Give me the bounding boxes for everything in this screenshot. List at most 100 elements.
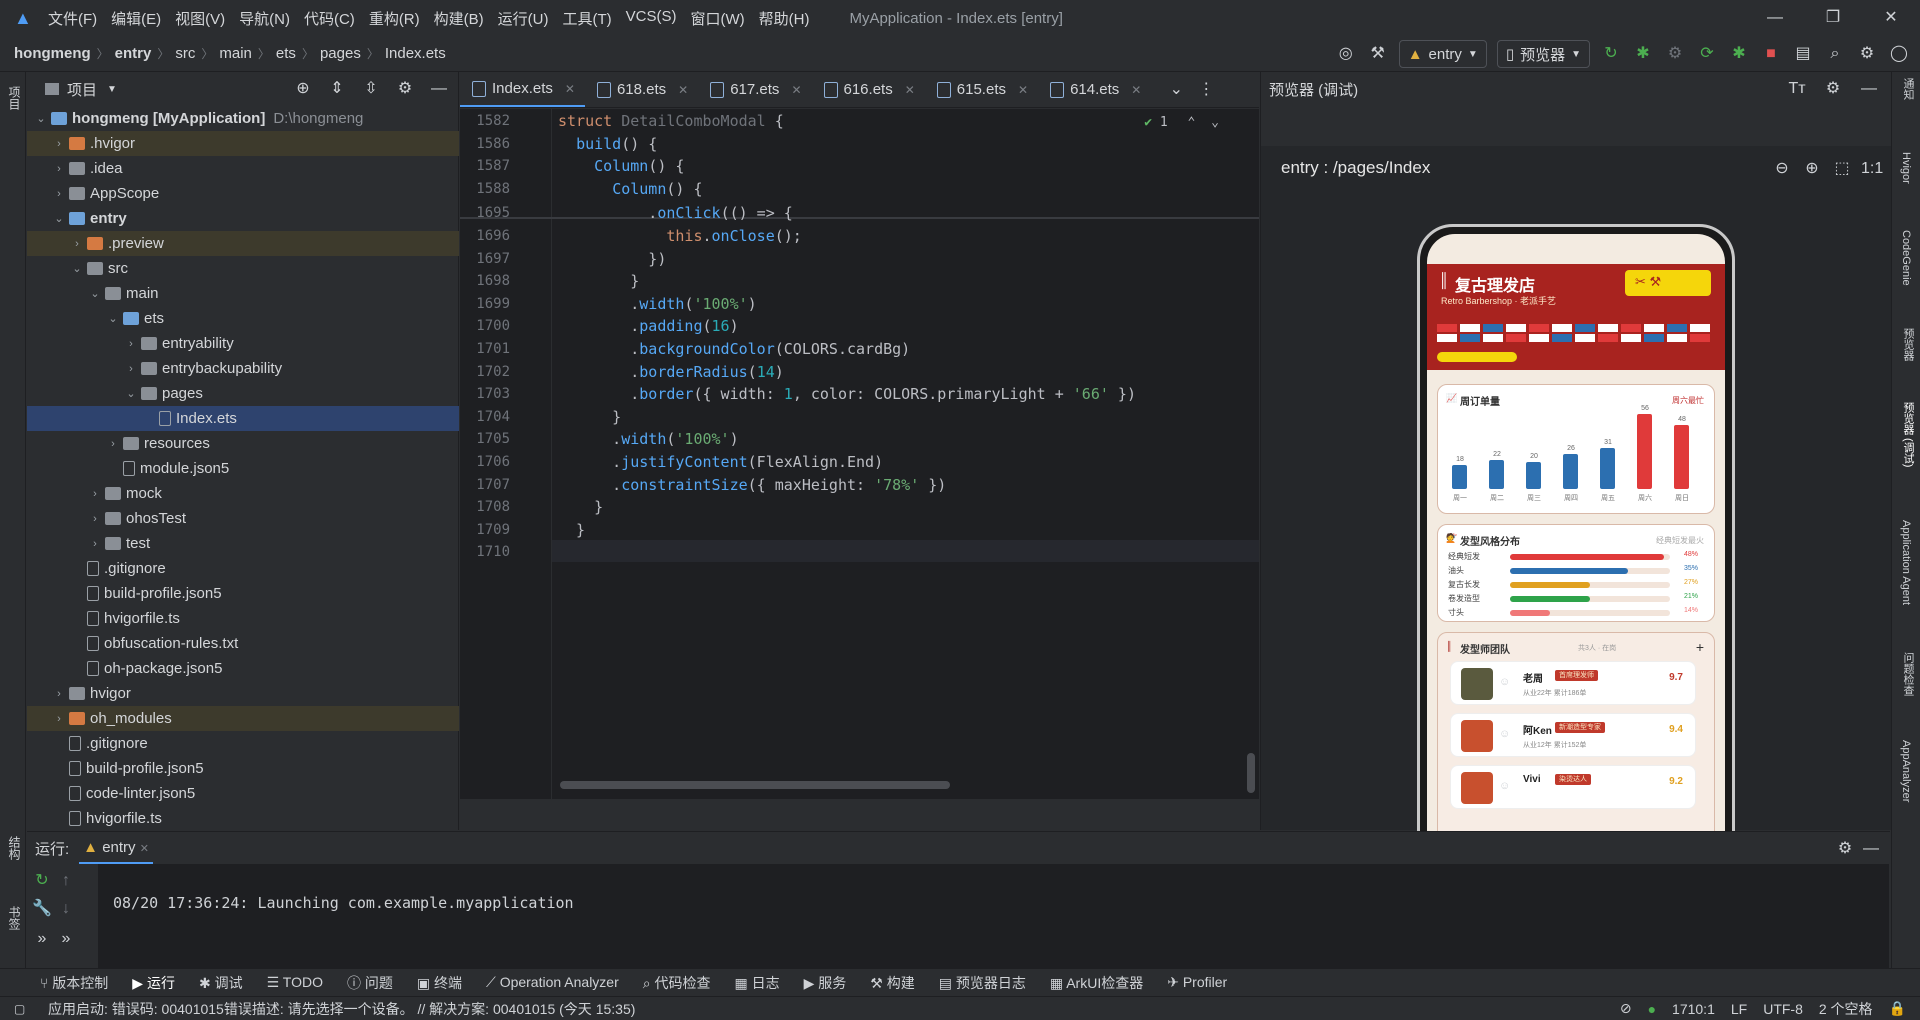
chevron-icon[interactable]: › [123,338,139,350]
chevron-icon[interactable]: ⌄ [87,287,103,300]
file-encoding[interactable]: UTF-8 [1763,1001,1803,1017]
breadcrumb-main[interactable]: main [219,45,252,62]
tool-tab[interactable]: ▤ 预览器日志 [939,973,1026,993]
actual-size-icon[interactable]: 1:1 [1861,158,1883,180]
tree-folder[interactable]: › resources [27,431,459,456]
tool-tab[interactable]: ⚒ 构建 [870,973,914,993]
chevron-icon[interactable]: › [123,363,139,375]
tree-folder[interactable]: › mock [27,481,459,506]
restore-icon[interactable]: ❐ [1804,0,1862,36]
chevron-icon[interactable]: › [51,188,67,200]
collapse-all-icon[interactable]: ⇳ [360,78,382,100]
tool-tab[interactable]: ▦ ArkUI检查器 [1050,973,1143,993]
chevron-icon[interactable]: ⌄ [69,262,85,275]
tab-615[interactable]: 615.ets ✕ [925,72,1038,107]
chevron-icon[interactable]: › [51,163,67,175]
apply-changes-icon[interactable]: ⟳ [1696,43,1718,65]
tool-tab[interactable]: ▶ 服务 [804,973,847,993]
tree-file[interactable]: hvigorfile.ts [27,606,459,631]
menu-file[interactable]: 文件(F) [48,8,97,29]
attach-debugger-icon[interactable]: ⚙ [1664,43,1686,65]
caret-position[interactable]: 1710:1 [1672,1001,1715,1017]
tree-folder[interactable]: › AppScope [27,181,459,206]
tree-file[interactable]: build-profile.json5 [27,756,459,781]
stop-icon[interactable]: ■ [1760,43,1782,65]
tree-file[interactable]: oh-package.json5 [27,656,459,681]
zoom-out-icon[interactable]: ⊖ [1771,158,1793,180]
tree-folder[interactable]: › oh_modules [27,706,459,731]
down-arrow-icon[interactable]: ↓ [55,898,77,920]
expand-all-icon[interactable]: ⇕ [326,78,348,100]
chevron-icon[interactable]: › [51,713,67,725]
tree-folder[interactable]: ⌄ entry [27,206,459,231]
chevron-icon[interactable]: › [105,438,121,450]
barber-item[interactable]: ☺ 阿Ken 新潮造型专家 从业12年 累计152单 9.4 [1450,713,1696,757]
codegenie-tool-tab[interactable]: CodeGenie [1900,230,1912,286]
barber-item[interactable]: ☺ 老周 首席理发师 从业22年 累计186单 9.7 [1450,661,1696,705]
tools-badge[interactable]: ✂ ⚒ [1625,270,1711,296]
tree-file[interactable]: obfuscation-rules.txt [27,631,459,656]
tree-file[interactable]: .gitignore [27,556,459,581]
close-tab-icon[interactable]: ✕ [1131,83,1141,97]
more-tools-icon[interactable]: » [31,928,53,950]
tool-tab[interactable]: ✈ Profiler [1167,974,1227,991]
menu-edit[interactable]: 编辑(E) [111,8,161,29]
vertical-scrollbar[interactable] [1247,753,1255,793]
lock-icon[interactable]: 🔒 [1889,1000,1906,1017]
locate-icon[interactable]: ⊕ [292,78,314,100]
menu-tools[interactable]: 工具(T) [562,8,611,29]
menu-window[interactable]: 窗口(W) [690,8,744,29]
rerun-icon[interactable]: ↻ [31,870,53,892]
tree-folder[interactable]: ⌄ main [27,281,459,306]
gear-icon[interactable]: ⚙ [394,78,416,100]
tool-tab[interactable]: ☰ TODO [267,974,323,991]
tree-root[interactable]: ⌄ hongmeng [MyApplication] D:\hongmeng [27,106,459,131]
tool-tab[interactable]: ⌕ 代码检查 [643,973,711,993]
debug-icon[interactable]: ✱ [1632,43,1654,65]
device-manager-icon[interactable]: ▤ [1792,43,1814,65]
tool-tab[interactable]: ▶ 运行 [132,973,175,993]
indent-setting[interactable]: 2 个空格 [1819,999,1873,1019]
tree-folder[interactable]: › entrybackupability [27,356,459,381]
inspection-widget[interactable]: ✔ 1 ⌃ ⌄ [1144,115,1219,130]
device-selector[interactable]: ▯ 预览器 ▼ [1496,40,1590,68]
tool-tab[interactable]: ▦ 日志 [735,973,780,993]
chevron-down-icon[interactable]: ⌄ [1165,79,1187,101]
settings-icon[interactable]: ⚙ [1856,43,1878,65]
zoom-in-icon[interactable]: ⊕ [1801,158,1823,180]
breadcrumb-module[interactable]: entry [115,45,152,62]
breadcrumb-pages[interactable]: pages [320,45,361,62]
menu-view[interactable]: 视图(V) [175,8,225,29]
hide-icon[interactable]: — [428,78,450,100]
profile-icon[interactable]: ✱ [1728,43,1750,65]
problem-check-tool-tab[interactable]: 问题检查 [1900,652,1916,696]
tool-tab[interactable]: ⟋ Operation Analyzer [486,974,619,991]
chevron-icon[interactable]: ⌄ [51,212,67,225]
tree-folder[interactable]: › .hvigor [27,131,459,156]
menu-build[interactable]: 构建(B) [434,8,484,29]
rerun-icon[interactable]: ↻ [1600,43,1622,65]
tree-folder[interactable]: ⌄ ets [27,306,459,331]
tree-file[interactable]: .gitignore [27,731,459,756]
tree-folder[interactable]: ⌄ src [27,256,459,281]
chevron-icon[interactable]: › [87,513,103,525]
minimize-icon[interactable]: — [1746,0,1804,36]
run-config-tab[interactable]: ▲ entry ✕ [79,833,153,864]
project-tool-tab[interactable]: 项目 [6,86,23,110]
hvigor-tool-tab[interactable]: Hvigor [1900,152,1912,184]
status-message[interactable]: 应用启动: 错误码: 00401015错误描述: 请先选择一个设备。 // 解决… [48,999,635,1019]
tree-file[interactable]: module.json5 [27,456,459,481]
chevron-icon[interactable]: › [51,138,67,150]
target-icon[interactable]: ◎ [1335,43,1357,65]
project-panel-title[interactable]: 项目 [67,79,97,100]
tree-file[interactable]: build-profile.json5 [27,581,459,606]
close-tab-icon[interactable]: ✕ [1018,83,1028,97]
tool-tab[interactable]: ▣ 终端 [417,973,462,993]
line-separator[interactable]: LF [1731,1001,1747,1017]
tool-tab[interactable]: ⓘ 问题 [347,973,393,993]
close-tab-icon[interactable]: ✕ [678,83,688,97]
previewer-tool-tab[interactable]: 预览器 [1900,328,1916,361]
barber-item[interactable]: ☺ Vivi 染烫达人 9.2 [1450,765,1696,809]
font-size-icon[interactable]: Tт [1786,78,1808,100]
fit-screen-icon[interactable]: ⬚ [1831,158,1853,180]
